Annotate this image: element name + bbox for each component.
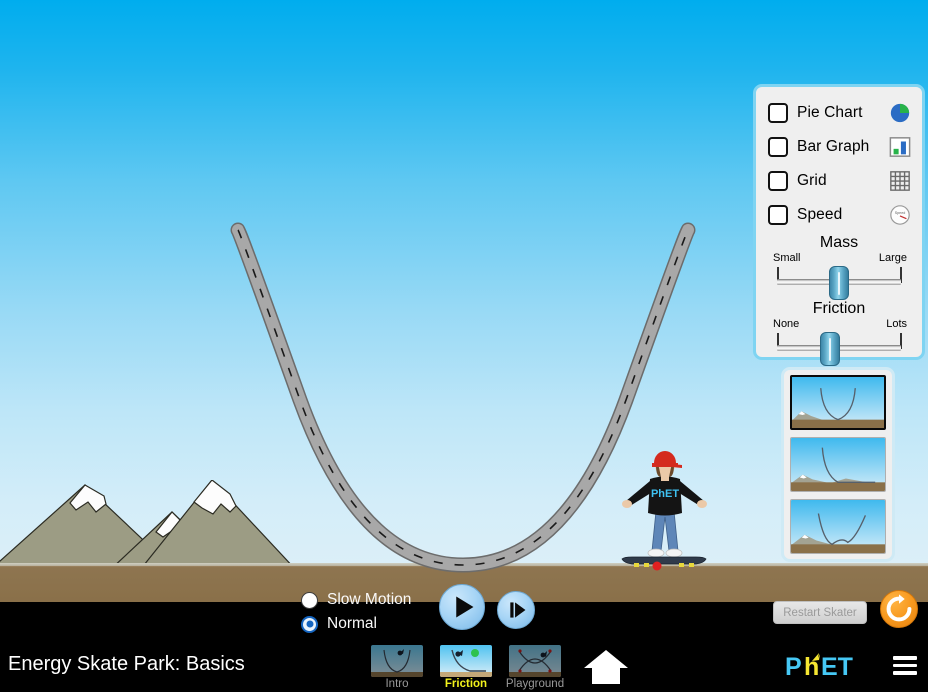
- mass-slider-thumb[interactable]: [829, 266, 849, 300]
- tab-playground[interactable]: Playground: [504, 645, 566, 691]
- home-icon: [584, 650, 628, 684]
- friction-slider-thumb[interactable]: [820, 332, 841, 366]
- checkbox-row-speed[interactable]: Speed Speed: [756, 198, 922, 232]
- friction-slider-title: Friction: [812, 300, 866, 317]
- home-button[interactable]: [583, 648, 629, 686]
- step-forward-icon: [510, 602, 526, 618]
- grid-label: Grid: [797, 172, 827, 189]
- slow-motion-radio[interactable]: [301, 591, 318, 609]
- svg-text:Speed: Speed: [895, 211, 906, 215]
- phet-logo-et: ET: [821, 653, 853, 680]
- tab-intro-label: Intro: [385, 678, 409, 690]
- checkbox-row-bar-graph[interactable]: Bar Graph: [756, 130, 922, 164]
- tab-friction-thumbnail: [440, 645, 492, 677]
- reset-all-button[interactable]: [880, 590, 918, 628]
- mass-min-label: Small: [773, 252, 801, 264]
- skater-character[interactable]: PhET: [616, 443, 712, 571]
- hamburger-menu-icon: [893, 656, 917, 660]
- screen-tabs: Intro Friction Playground: [366, 645, 566, 691]
- friction-slider[interactable]: None Lots: [766, 318, 912, 366]
- bar-graph-checkbox[interactable]: [768, 137, 788, 157]
- hamburger-menu-button[interactable]: [893, 656, 917, 675]
- tab-intro-thumbnail: [371, 645, 423, 677]
- slow-motion-label: Slow Motion: [327, 591, 412, 608]
- tab-friction[interactable]: Friction: [435, 645, 497, 691]
- mass-slider-block: Mass Small Large: [756, 233, 922, 300]
- mass-slider[interactable]: Small Large: [766, 252, 912, 300]
- play-icon: [456, 596, 474, 618]
- speed-radio-group: Slow Motion Normal: [301, 588, 433, 636]
- pie-chart-label: Pie Chart: [797, 104, 863, 121]
- track-selector-panel: [781, 367, 895, 562]
- radio-row-slow-motion[interactable]: Slow Motion: [301, 588, 433, 612]
- mountain-range: [0, 480, 297, 570]
- tab-playground-thumbnail: [509, 645, 561, 677]
- speedometer-icon: Speed: [890, 205, 910, 225]
- restart-skater-button[interactable]: Restart Skater: [773, 601, 867, 624]
- grid-icon: [890, 171, 910, 191]
- checkbox-row-pie-chart[interactable]: Pie Chart: [756, 96, 922, 130]
- friction-slider-block: Friction None Lots: [756, 299, 922, 366]
- normal-label: Normal: [327, 615, 377, 632]
- phet-logo-p: P: [785, 653, 802, 680]
- skater-shirt-text: PhET: [651, 488, 679, 500]
- mass-slider-title: Mass: [819, 234, 859, 251]
- checkbox-row-grid[interactable]: Grid: [756, 164, 922, 198]
- track-option-parabola[interactable]: [790, 375, 886, 430]
- tab-intro[interactable]: Intro: [366, 645, 428, 691]
- hamburger-menu-icon: [893, 671, 917, 675]
- step-forward-button[interactable]: [497, 591, 535, 629]
- page-title: Energy Skate Park: Basics: [8, 653, 245, 675]
- track-option-ramp[interactable]: [790, 437, 886, 492]
- bar-graph-icon: [889, 137, 911, 157]
- mass-max-label: Large: [878, 252, 907, 264]
- normal-radio[interactable]: [301, 615, 318, 633]
- grid-checkbox[interactable]: [768, 171, 788, 191]
- friction-min-label: None: [773, 318, 800, 330]
- play-button[interactable]: [439, 584, 485, 630]
- hamburger-menu-icon: [893, 663, 917, 668]
- tab-friction-label: Friction: [444, 678, 488, 690]
- tab-playground-label: Playground: [505, 678, 565, 690]
- restart-skater-label: Restart Skater: [783, 606, 857, 619]
- pie-chart-icon: [890, 103, 910, 123]
- reset-all-icon: [886, 594, 912, 622]
- phet-logo[interactable]: P h ET: [785, 652, 879, 680]
- speed-label: Speed: [797, 206, 843, 223]
- friction-max-label: Lots: [886, 318, 907, 330]
- view-control-panel: Pie Chart Bar Graph Grid Speed Speed Mas…: [753, 84, 925, 366]
- simulation-screen: PhET Pie Chart Bar Graph Grid Speed Spee…: [0, 0, 928, 692]
- track-option-double-well[interactable]: [790, 499, 886, 554]
- speed-checkbox[interactable]: [768, 205, 788, 225]
- pie-chart-checkbox[interactable]: [768, 103, 788, 123]
- radio-row-normal[interactable]: Normal: [301, 612, 433, 636]
- bar-graph-label: Bar Graph: [797, 138, 870, 155]
